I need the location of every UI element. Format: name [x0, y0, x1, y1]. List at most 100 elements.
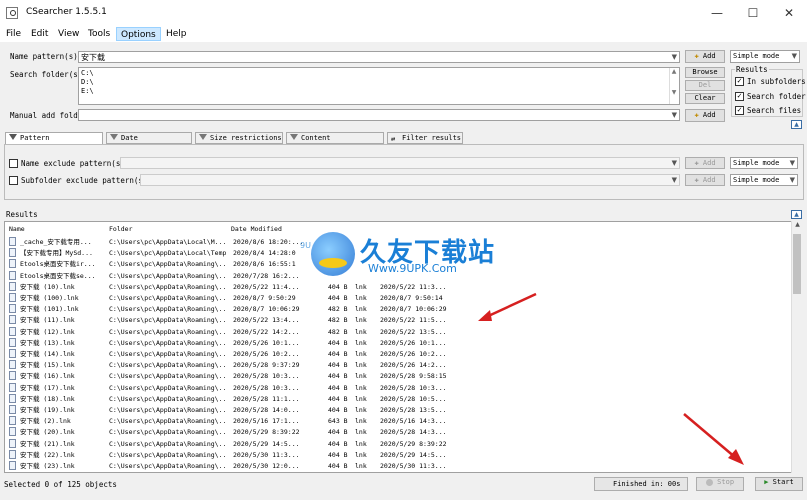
table-row[interactable]: 安下载 (20).lnk C:\Users\pc\AppData\Roaming\… — [5, 427, 791, 438]
cell-type: lnk — [355, 282, 367, 291]
file-icon — [9, 427, 16, 437]
delete-folder-button[interactable]: Del — [685, 80, 725, 91]
column-header-date-modified[interactable]: Date Modified — [231, 225, 282, 233]
file-icon — [9, 461, 16, 470]
table-row[interactable]: 安下载 (101).lnk C:\Users\pc\AppData\Roaming… — [5, 304, 791, 315]
menu-edit[interactable]: Edit — [27, 27, 52, 41]
table-row[interactable]: 安下载 (13).lnk C:\Users\pc\AppData\Roaming\… — [5, 337, 791, 349]
collapse-panel-button[interactable]: ▲ — [791, 120, 802, 129]
column-header-folder[interactable]: Folder — [109, 225, 132, 233]
cell-date-modified: 2020/5/30 11:3... — [233, 450, 300, 459]
cell-folder: C:\Users\pc\AppData\Roaming\... — [109, 428, 227, 437]
stop-button[interactable]: Stop — [696, 477, 744, 491]
search-folder-list[interactable]: C:\ D:\ E:\ ▲ ▼ — [78, 67, 680, 105]
subfolder-exclude-mode-select[interactable]: Simple mode ▼ — [730, 174, 798, 186]
cell-size: 404 B — [328, 350, 348, 358]
table-row[interactable]: 安下载 (22).lnk C:\Users\pc\AppData\Roaming\… — [5, 449, 791, 461]
tab-size-restrictions[interactable]: Size restrictions — [195, 132, 283, 144]
name-pattern-combo[interactable]: 安下载 ▼ — [78, 51, 680, 63]
pattern-mode-select[interactable]: Simple mode ▼ — [730, 50, 800, 63]
expand-results-button[interactable]: ▲ — [791, 210, 802, 219]
menu-tools[interactable]: Tools — [84, 27, 114, 41]
menu-file[interactable]: File — [2, 27, 25, 41]
cell-date: 2020/5/30 11:3... — [380, 462, 447, 470]
table-row[interactable]: 安下载 (11).lnk C:\Users\pc\AppData\Roaming\… — [5, 315, 791, 326]
cell-folder: C:\Users\pc\AppData\Roaming\... — [109, 282, 227, 291]
table-row[interactable]: 安下载 (23).lnk C:\Users\pc\AppData\Roaming\… — [5, 461, 791, 472]
cell-date: 2020/5/29 14:5... — [380, 450, 447, 459]
table-row[interactable]: 安下载 (14).lnk C:\Users\pc\AppData\Roaming\… — [5, 349, 791, 360]
cell-date-modified: 2020/8/7 9:50:29 — [233, 294, 296, 302]
cell-size: 404 B — [328, 372, 348, 381]
cell-name: 安下载 (100).lnk — [20, 294, 79, 302]
subfolder-exclude-add-button[interactable]: ✚ Add — [685, 174, 725, 186]
maximize-button[interactable]: ☐ — [735, 0, 771, 26]
add-pattern-button[interactable]: ✚ Add — [685, 50, 725, 63]
start-button[interactable]: ▶ Start — [755, 477, 803, 491]
name-exclude-combo[interactable]: ▼ — [120, 157, 680, 169]
clear-folders-button[interactable]: Clear — [685, 93, 725, 104]
cell-date: 2020/5/28 10:3... — [380, 383, 447, 392]
name-exclude-mode-select[interactable]: Simple mode ▼ — [730, 157, 798, 169]
folder-list-scrollbar[interactable]: ▲ ▼ — [669, 68, 678, 104]
cell-name: 【安下载专用】MySd... — [20, 249, 93, 258]
chevron-down-icon: ▼ — [671, 176, 677, 184]
close-button[interactable]: ✕ — [771, 0, 807, 26]
column-header-name[interactable]: Name — [9, 225, 25, 233]
cell-date: 2020/5/26 14:2... — [380, 361, 447, 370]
name-exclude-add-button[interactable]: ✚ Add — [685, 157, 725, 169]
cell-date: 2020/5/28 9:58:15 — [380, 372, 447, 381]
file-icon — [9, 259, 16, 269]
add-folder-button[interactable]: ✚ Add — [685, 109, 725, 122]
filter-icon — [110, 134, 118, 140]
cell-name: 安下载 (16).lnk — [20, 372, 75, 381]
table-row[interactable]: 安下载 (15).lnk C:\Users\pc\AppData\Roaming\… — [5, 360, 791, 371]
table-row[interactable]: 安下载 (17).lnk C:\Users\pc\AppData\Roaming\… — [5, 382, 791, 394]
file-icon — [9, 248, 16, 258]
file-icon — [9, 293, 16, 302]
name-exclude-checkbox[interactable] — [9, 159, 18, 168]
filter-icon — [199, 134, 207, 140]
table-row[interactable]: 安下载 (16).lnk C:\Users\pc\AppData\Roaming\… — [5, 371, 791, 382]
menu-options[interactable]: Options — [116, 27, 161, 41]
table-row[interactable]: 安下载 (21).lnk C:\Users\pc\AppData\Roaming\… — [5, 438, 791, 450]
cell-name: _cache_安下载专用... — [20, 238, 92, 246]
search-folder-checkbox[interactable]: ✓ — [735, 92, 744, 101]
cell-folder: C:\Users\pc\AppData\Local\M... — [109, 238, 227, 246]
cell-date: 2020/5/29 8:39:22 — [380, 439, 447, 448]
subfolder-exclude-combo[interactable]: ▼ — [140, 174, 680, 186]
cell-name: 安下载 (101).lnk — [20, 305, 79, 314]
tab-date-restrictions[interactable]: Date restrictions — [106, 132, 192, 152]
cell-name: 安下载 (23).lnk — [20, 462, 75, 470]
menu-help[interactable]: Help — [162, 27, 191, 41]
cell-folder: C:\Users\pc\AppData\Roaming\... — [109, 383, 227, 392]
file-icon — [9, 237, 16, 246]
minimize-button[interactable]: — — [699, 0, 735, 26]
name-exclude-label: Name exclude pattern(s): — [21, 159, 130, 168]
table-row[interactable]: 安下载 (2).lnk C:\Users\pc\AppData\Roaming\.… — [5, 416, 791, 427]
scrollbar-thumb[interactable] — [793, 234, 801, 294]
browse-button[interactable]: Browse — [685, 67, 725, 78]
tab-content-restrictions[interactable]: Content restrictions — [286, 132, 384, 152]
annotation-arrow — [683, 413, 744, 465]
table-row[interactable]: 安下载 (19).lnk C:\Users\pc\AppData\Roaming\… — [5, 405, 791, 416]
cell-folder: C:\Users\pc\AppData\Roaming\... — [109, 327, 227, 336]
search-files-checkbox[interactable]: ✓ — [735, 106, 744, 115]
tab-filter-results[interactable]: ⇄ Filter results — [387, 132, 463, 144]
scroll-up-icon[interactable]: ▲ — [792, 221, 803, 228]
cell-type: lnk — [355, 327, 367, 336]
table-row[interactable]: 安下载 (12).lnk C:\Users\pc\AppData\Roaming\… — [5, 326, 791, 338]
status-selected-count: Selected 0 of 125 objects — [4, 480, 117, 489]
in-subfolders-checkbox[interactable]: ✓ — [735, 77, 744, 86]
table-row[interactable]: 安下载 (100).lnk C:\Users\pc\AppData\Roaming… — [5, 293, 791, 304]
cell-folder: C:\Users\pc\AppData\Roaming\... — [109, 462, 227, 470]
subfolder-exclude-checkbox[interactable] — [9, 176, 18, 185]
manual-add-folder-combo[interactable]: ▼ — [78, 109, 680, 121]
table-row[interactable]: 安下载 (18).lnk C:\Users\pc\AppData\Roaming\… — [5, 393, 791, 405]
cell-folder: C:\Users\pc\AppData\Roaming\... — [109, 361, 227, 370]
file-icon — [9, 270, 16, 280]
table-row[interactable]: 安下载 (10).lnk C:\Users\pc\AppData\Roaming\… — [5, 281, 791, 293]
manual-add-folder-label: Manual add folder — [10, 111, 87, 120]
menu-view[interactable]: View — [54, 27, 83, 41]
cell-name: 安下载 (14).lnk — [20, 350, 75, 358]
